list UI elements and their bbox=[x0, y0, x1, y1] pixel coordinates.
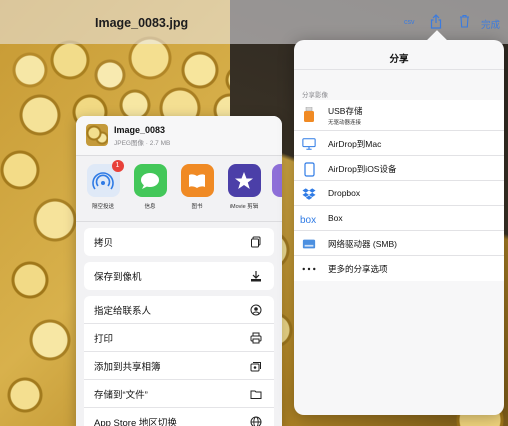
share-usb-storage[interactable]: USB存储 无驱动器连接 bbox=[294, 100, 504, 131]
share-target-label: 网络驱动器 (SMB) bbox=[328, 239, 397, 249]
file-header: Image_0083 JPEG图像 · 2.7 MB bbox=[76, 116, 282, 156]
books-icon bbox=[180, 164, 214, 197]
action-group: 指定给联系人 打印 添加到共享相簿 存储到“文件” App Store 地区切换 bbox=[84, 296, 274, 426]
share-dropbox[interactable]: Dropbox bbox=[294, 181, 504, 206]
share-target-label: Dropbox bbox=[328, 188, 361, 198]
file-meta: JPEG图像 · 2.7 MB bbox=[114, 140, 171, 147]
network-drive-icon bbox=[302, 237, 316, 251]
app-messages[interactable]: 信息 bbox=[131, 164, 169, 210]
share-target-sublabel: 无驱动器连接 bbox=[328, 120, 362, 126]
app-label: 信息 bbox=[144, 204, 156, 210]
share-target-label: AirDrop到Mac bbox=[328, 139, 382, 149]
contact-icon bbox=[250, 304, 262, 316]
messages-icon bbox=[133, 164, 167, 197]
done-button[interactable]: 完成 bbox=[481, 17, 500, 31]
trash-icon[interactable] bbox=[459, 14, 470, 28]
share-airdrop-mac[interactable]: AirDrop到Mac bbox=[294, 131, 504, 156]
action-group: 保存到像机 bbox=[84, 262, 274, 290]
save-image-action[interactable]: 保存到像机 bbox=[84, 262, 274, 290]
share-target-label: Box bbox=[328, 213, 343, 223]
share-target-label: 更多的分享选项 bbox=[328, 264, 388, 274]
notification-badge: 1 bbox=[111, 160, 124, 172]
share-sheet: Image_0083 JPEG图像 · 2.7 MB 1 隔空投送 信息 图书 … bbox=[76, 116, 282, 426]
shared-album-icon bbox=[250, 362, 261, 372]
region-switch-action[interactable]: App Store 地区切换 bbox=[84, 408, 274, 426]
usb-drive-icon bbox=[302, 107, 316, 122]
app-airdrop[interactable]: 1 隔空投送 bbox=[84, 160, 124, 210]
printer-icon bbox=[250, 332, 262, 344]
file-thumbnail bbox=[86, 124, 108, 146]
app-books[interactable]: 图书 bbox=[178, 164, 216, 210]
copy-icon bbox=[251, 236, 261, 248]
app-label: iMovie 剪辑 bbox=[229, 204, 259, 210]
save-image-icon bbox=[251, 271, 261, 282]
action-label: 保存到像机 bbox=[94, 272, 142, 283]
share-network-drive[interactable]: 网络驱动器 (SMB) bbox=[294, 231, 504, 256]
share-airdrop-ios[interactable]: AirDrop到iOS设备 bbox=[294, 156, 504, 181]
app-row: 1 隔空投送 信息 图书 iMovie 剪辑 bbox=[76, 156, 282, 222]
csv-button[interactable]: csv bbox=[404, 19, 415, 26]
print-action[interactable]: 打印 bbox=[84, 324, 274, 352]
share-target-label: USB存储 bbox=[328, 106, 363, 116]
action-group: 拷贝 bbox=[84, 228, 274, 256]
app-label: 图书 bbox=[191, 204, 203, 210]
globe-icon bbox=[250, 416, 262, 426]
app-label: 隔空投送 bbox=[91, 204, 114, 210]
share-more-options[interactable]: 更多的分享选项 bbox=[294, 256, 504, 281]
mac-icon bbox=[302, 137, 316, 151]
file-name: Image_0083 bbox=[114, 125, 166, 135]
section-label: 分享影像 bbox=[302, 92, 328, 99]
imovie-icon bbox=[227, 164, 261, 197]
action-label: 打印 bbox=[94, 333, 114, 345]
more-icon bbox=[302, 262, 316, 276]
box-icon: box bbox=[300, 212, 320, 226]
copy-action[interactable]: 拷贝 bbox=[84, 228, 274, 256]
app-imovie[interactable]: iMovie 剪辑 bbox=[225, 164, 263, 210]
shared-album-action[interactable]: 添加到共享相簿 bbox=[84, 352, 274, 380]
folder-icon bbox=[250, 390, 262, 399]
action-label: App Store 地区切换 bbox=[94, 418, 177, 426]
app-partial[interactable] bbox=[272, 164, 282, 197]
dropbox-icon bbox=[302, 187, 316, 201]
action-label: 存储到“文件” bbox=[94, 389, 148, 401]
share-box[interactable]: box Box bbox=[294, 206, 504, 231]
action-label: 拷贝 bbox=[94, 238, 114, 249]
ios-device-icon bbox=[302, 161, 316, 177]
action-list: 拷贝 保存到像机 指定给联系人 打印 添加到共享相簿 存储到“文件” App S… bbox=[76, 228, 282, 426]
share-target-label: AirDrop到iOS设备 bbox=[328, 164, 397, 174]
assign-contact-action[interactable]: 指定给联系人 bbox=[84, 296, 274, 324]
share-popover: 分享 分享影像 USB存储 无驱动器连接 AirDrop到Mac AirDrop… bbox=[294, 40, 504, 415]
svg-text:box: box bbox=[300, 215, 316, 224]
share-icon[interactable] bbox=[430, 14, 442, 29]
app-icon bbox=[272, 164, 282, 197]
airdrop-icon: 1 bbox=[86, 160, 124, 197]
popover-title: 分享 bbox=[294, 40, 504, 70]
image-title: Image_0083.jpg bbox=[95, 16, 189, 30]
save-to-files-action[interactable]: 存储到“文件” bbox=[84, 380, 274, 408]
action-label: 指定给联系人 bbox=[94, 305, 152, 317]
action-label: 添加到共享相簿 bbox=[94, 361, 161, 373]
share-target-list: USB存储 无驱动器连接 AirDrop到Mac AirDrop到iOS设备 D… bbox=[294, 100, 504, 281]
